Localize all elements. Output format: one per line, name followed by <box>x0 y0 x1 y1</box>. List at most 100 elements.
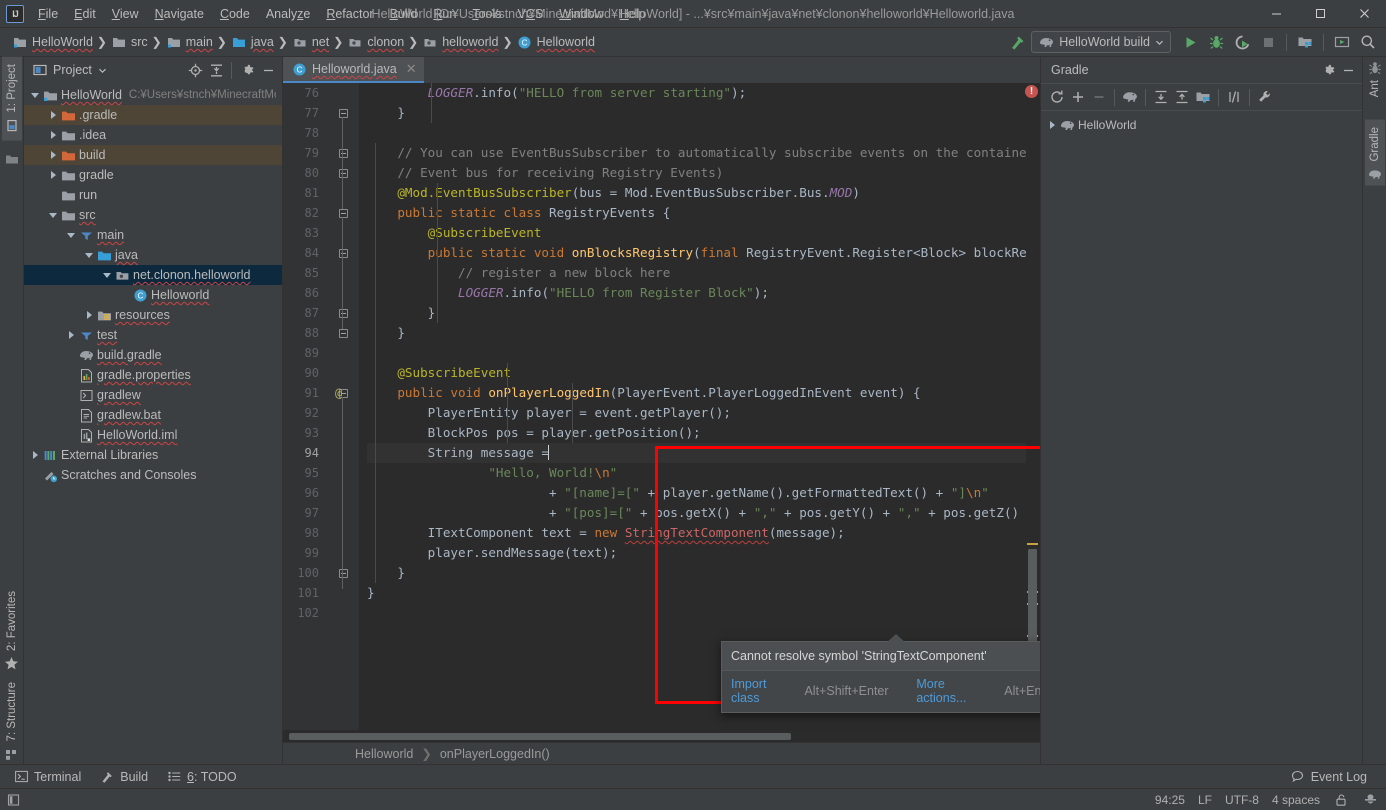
code-line[interactable]: @Mod.EventBusSubscriber(bus = Mod.EventB… <box>367 183 1026 203</box>
code-line[interactable]: public static class RegistryEvents { <box>367 203 1026 223</box>
breadcrumb-item-java[interactable]: java <box>227 33 278 51</box>
star-icon[interactable] <box>4 657 20 675</box>
tree-node-test[interactable]: test <box>24 325 282 345</box>
tree-node-external-libraries[interactable]: External Libraries <box>24 445 282 465</box>
code-line[interactable]: // Event bus for receiving Registry Even… <box>367 163 1026 183</box>
select-opened-file-button[interactable] <box>1330 30 1354 54</box>
search-everywhere-button[interactable] <box>1356 30 1380 54</box>
breadcrumb-item-class[interactable]: C Helloworld <box>513 33 599 51</box>
project-structure-button[interactable] <box>1293 30 1317 54</box>
bottom-tab-todo[interactable]: 6: TODO <box>157 766 246 788</box>
tree-node-helloworld-iml[interactable]: HelloWorld.iml <box>24 425 282 445</box>
code-line[interactable]: } <box>367 103 1026 123</box>
tree-node-gradle[interactable]: gradle <box>24 165 282 185</box>
tree-twisty[interactable] <box>82 252 96 258</box>
breadcrumb-item-net[interactable]: net <box>288 33 333 51</box>
fold-marker-end[interactable] <box>327 303 359 323</box>
folder-strip-icon[interactable] <box>4 151 20 167</box>
code-line[interactable]: String message = <box>367 443 1026 463</box>
indent-indicator[interactable]: 4 spaces <box>1272 793 1320 807</box>
tree-node-gradle-properties[interactable]: gradle.properties <box>24 365 282 385</box>
breadcrumb-item-src[interactable]: src <box>107 33 152 51</box>
tree-twisty[interactable] <box>64 331 78 339</box>
right-tab-ant[interactable]: Ant <box>1367 73 1383 104</box>
fold-marker-end[interactable] <box>327 163 359 183</box>
code-line[interactable]: @SubscribeEvent <box>367 363 1026 383</box>
add-icon[interactable] <box>1068 87 1088 107</box>
code-line[interactable]: } <box>367 323 1026 343</box>
code-line[interactable]: BlockPos pos = player.getPosition(); <box>367 423 1026 443</box>
unlocked-icon[interactable] <box>1333 792 1349 808</box>
gradle-tree[interactable]: HelloWorld <box>1041 111 1362 764</box>
menu-edit[interactable]: Edit <box>66 4 104 24</box>
gradle-tree-item-helloworld[interactable]: HelloWorld <box>1041 115 1362 135</box>
tree-node-build-gradle[interactable]: build.gradle <box>24 345 282 365</box>
run-with-coverage-button[interactable] <box>1230 30 1254 54</box>
code-line[interactable]: public void onPlayerLoggedIn(PlayerEvent… <box>367 383 1026 403</box>
breadcrumb-method[interactable]: onPlayerLoggedIn() <box>440 747 550 761</box>
code-line[interactable]: LOGGER.info("HELLO from server starting"… <box>367 83 1026 103</box>
sidebar-tab-structure[interactable]: 7: Structure <box>4 675 20 748</box>
fold-marker-start[interactable] <box>327 383 359 403</box>
tree-node-gradlew[interactable]: gradlew <box>24 385 282 405</box>
right-tab-gradle[interactable]: Gradle <box>1364 120 1385 186</box>
stop-button[interactable] <box>1256 30 1280 54</box>
menu-tools[interactable]: Tools <box>464 4 509 24</box>
menu-build[interactable]: Build <box>382 4 426 24</box>
fold-marker-end[interactable] <box>327 323 359 343</box>
gutter-markers[interactable]: @ <box>327 83 359 730</box>
code-line[interactable]: LOGGER.info("HELLO from Register Block")… <box>367 283 1026 303</box>
code-line[interactable]: PlayerEntity player = event.getPlayer(); <box>367 403 1026 423</box>
close-icon[interactable]: ✕ <box>406 61 417 77</box>
error-stripe[interactable]: ! <box>1025 83 1040 730</box>
refresh-icon[interactable] <box>1047 87 1067 107</box>
expand-all-icon[interactable] <box>1151 87 1171 107</box>
tree-node-net-clonon-helloworld[interactable]: net.clonon.helloworld <box>24 265 282 285</box>
tree-twisty[interactable] <box>46 111 60 119</box>
menu-vcs[interactable]: VCS <box>510 4 552 24</box>
code-line[interactable]: } <box>367 583 1026 603</box>
run-configuration-selector[interactable]: HelloWorld build <box>1031 31 1171 53</box>
tree-node-helloworld[interactable]: HelloWorld C:¥Users¥stnch¥MinecraftMo <box>24 85 282 105</box>
sidebar-tab-project[interactable]: 1: Project <box>1 57 22 141</box>
line-separator[interactable]: LF <box>1198 793 1212 807</box>
fold-marker-start[interactable] <box>327 143 359 163</box>
editor-tab-helloworld-java[interactable]: C Helloworld.java ✕ <box>283 57 424 83</box>
code-editor[interactable]: 76 77 78 79 80 81 82 83 84 85 86 87 88 89 90 91 92 93 94 95… <box>283 83 1040 730</box>
tree-node-build[interactable]: build <box>24 145 282 165</box>
tree-twisty[interactable] <box>28 451 42 459</box>
hide-panel-icon[interactable] <box>1338 60 1358 80</box>
scrollbar-thumb[interactable] <box>289 733 791 740</box>
tree-twisty[interactable] <box>1045 121 1059 129</box>
locate-icon[interactable] <box>185 60 205 80</box>
hector-icon[interactable] <box>1362 792 1378 808</box>
code-line[interactable]: "Hello, World!\n" <box>367 463 1026 483</box>
minimize-button[interactable] <box>1254 0 1298 28</box>
menu-analyze[interactable]: Analyze <box>258 4 318 24</box>
elephant-icon[interactable] <box>1120 87 1140 107</box>
tree-twisty[interactable] <box>28 92 42 98</box>
hide-panel-icon[interactable] <box>258 60 278 80</box>
code-line[interactable] <box>367 123 1026 143</box>
code-line[interactable]: + "[pos]=[" + pos.getX() + "," + pos.get… <box>367 503 1026 523</box>
close-button[interactable] <box>1342 0 1386 28</box>
tree-twisty[interactable] <box>64 232 78 238</box>
code-line[interactable]: ITextComponent text = new StringTextComp… <box>367 523 1026 543</box>
breadcrumb-item-main[interactable]: main <box>162 33 217 51</box>
bottom-tab-build[interactable]: Build <box>90 766 157 788</box>
code-line[interactable]: @SubscribeEvent <box>367 223 1026 243</box>
menu-navigate[interactable]: Navigate <box>147 4 212 24</box>
menu-help[interactable]: Help <box>612 4 654 24</box>
tree-node--gradle[interactable]: .gradle <box>24 105 282 125</box>
menu-run[interactable]: Run <box>425 4 464 24</box>
code-line[interactable]: + "[name]=[" + player.getName().getForma… <box>367 483 1026 503</box>
editor-gutter[interactable]: 76 77 78 79 80 81 82 83 84 85 86 87 88 89 90 91 92 93 94 95… <box>283 83 359 730</box>
tree-node-main[interactable]: main <box>24 225 282 245</box>
project-structure-icon[interactable] <box>1193 87 1213 107</box>
sidebar-tab-favorites[interactable]: 2: Favorites <box>4 584 20 658</box>
breadcrumb-class[interactable]: Helloworld <box>355 747 413 761</box>
code-content[interactable]: LOGGER.info("HELLO from server starting"… <box>359 83 1026 730</box>
fold-marker-start[interactable] <box>327 203 359 223</box>
tree-twisty[interactable] <box>100 272 114 278</box>
menu-view[interactable]: View <box>104 4 147 24</box>
